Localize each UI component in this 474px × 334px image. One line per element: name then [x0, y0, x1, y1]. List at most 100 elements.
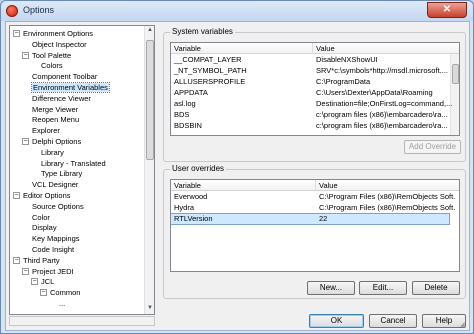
tree-horizontal-scrollbar[interactable] — [9, 316, 155, 326]
table-row[interactable]: ALLUSERSPROFILE C:\ProgramData — [171, 77, 449, 87]
tree-item-label: Code Insight — [32, 245, 75, 254]
dialog-client-area: ▲ ▼ − Environment Options Object Inspector… — [5, 21, 470, 331]
tree-item-label: Environment Options — [23, 29, 94, 38]
tree-item-label: Object Inspector — [32, 39, 87, 49]
column-header-variable[interactable]: Variable — [171, 180, 316, 191]
value-cell: DisableNXShowUI — [316, 55, 378, 64]
tree-expander-icon[interactable]: − — [31, 278, 38, 286]
table-row[interactable]: BDS c:\program files (x86)\embarcadero\ra… — [171, 110, 449, 120]
tree-item[interactable]: Object Inspector — [32, 39, 87, 50]
tree-scroll-thumb[interactable] — [146, 40, 154, 160]
tree-item-label: Environment Variables — [31, 82, 110, 93]
title-bar[interactable]: Options ✕ — [1, 1, 473, 21]
user-overrides-list[interactable]: Variable Value Everwood C:\Program Files … — [170, 179, 460, 272]
tree-expander-icon[interactable]: − — [13, 256, 20, 264]
tree-item[interactable]: Project JEDI — [32, 266, 74, 277]
tree-item[interactable]: Key Mappings — [32, 233, 80, 244]
scroll-up-arrow-icon[interactable]: ▲ — [146, 27, 154, 35]
tree-item[interactable]: Code Insight — [32, 244, 74, 255]
tree-item[interactable]: Library — [41, 147, 64, 158]
tree-item[interactable]: Library - Translated — [41, 158, 106, 169]
edit-button[interactable]: Edit... — [359, 281, 407, 295]
tree-item-label: Key Mappings — [32, 234, 80, 244]
tree-item[interactable]: Editor Options — [23, 190, 71, 201]
table-row[interactable]: Everwood C:\Program Files (x86)\RemObject… — [171, 192, 456, 202]
tree-vertical-scrollbar[interactable]: ▲ ▼ — [144, 26, 154, 314]
tree-item[interactable]: Reopen Menu — [32, 114, 79, 125]
window-title: Options — [23, 5, 55, 15]
tree-expander-icon[interactable]: − — [13, 192, 20, 199]
tree-item[interactable]: Environment Variables — [31, 82, 110, 93]
system-variables-list[interactable]: Variable Value __COMPAT_LAYER DisableNXSh… — [170, 42, 460, 136]
table-row[interactable]: APPDATA C:\Users\Dexter\AppData\Roaming — [171, 88, 449, 98]
tree-expander-icon[interactable]: − — [22, 51, 29, 59]
tree-item[interactable]: Tool Palette — [32, 50, 71, 61]
table-row[interactable]: asl.log Destination=file;OnFirstLog=comma… — [171, 99, 452, 109]
tree-item-label: Type Library — [41, 169, 83, 179]
table-row[interactable]: __COMPAT_LAYER DisableNXShowUI — [171, 55, 449, 65]
tree-item[interactable]: VCL Designer — [32, 179, 78, 190]
tree-item-label: Merge Viewer — [32, 104, 79, 114]
tree-item[interactable]: Type Library — [41, 168, 82, 179]
value-cell: SRV*c:\symbols*http://msdl.microsoft.... — [316, 66, 448, 75]
tree-expander-icon[interactable]: − — [22, 267, 29, 275]
table-row[interactable]: Hydra C:\Program Files (x86)\RemObjects S… — [171, 203, 456, 213]
variable-cell: Everwood — [174, 192, 208, 201]
tree-item-label: Third Party — [23, 255, 60, 265]
tree-item[interactable]: Delphi Options — [32, 136, 81, 147]
tree-item[interactable]: ... — [59, 298, 65, 309]
add-override-button[interactable]: Add Override — [404, 140, 461, 154]
variable-cell: __COMPAT_LAYER — [174, 55, 242, 64]
column-header-variable[interactable]: Variable — [171, 43, 313, 54]
table-row[interactable]: RTLVersion 22 — [171, 213, 450, 225]
value-cell: c:\program files (x86)\embarcadero\ra... — [316, 110, 448, 119]
new-button[interactable]: New... — [307, 281, 355, 295]
user-overrides-header: Variable Value — [171, 180, 459, 191]
tree-item[interactable]: Environment Options — [23, 28, 93, 39]
value-cell: Destination=file;OnFirstLog=command,... — [316, 99, 453, 108]
system-variables-group: System variables Variable Value __COMPAT… — [163, 27, 466, 162]
delete-button[interactable]: Delete — [412, 281, 460, 295]
tree-item[interactable]: Merge Viewer — [32, 104, 78, 115]
tree-expander-icon[interactable]: − — [40, 289, 47, 297]
tree-item-label: Common — [50, 288, 81, 298]
cancel-button[interactable]: Cancel — [369, 314, 417, 328]
tree-item[interactable]: Color — [32, 212, 50, 223]
tree-item[interactable]: Explorer — [32, 125, 60, 136]
tree-item-label: Editor Options — [23, 191, 71, 200]
tree-item-label: Tool Palette — [32, 50, 72, 60]
column-header-value[interactable]: Value — [316, 180, 459, 191]
tree-item-label: ... — [59, 299, 66, 308]
tree-item-label: Project JEDI — [32, 266, 74, 276]
options-window: Options ✕ ▲ ▼ − Environment Options Object… — [0, 0, 474, 334]
tree-expander-icon[interactable]: − — [13, 30, 20, 37]
table-row[interactable]: _NT_SYMBOL_PATH SRV*c:\symbols*http://msd… — [171, 66, 449, 76]
tree-item[interactable]: Component Toolbar — [32, 71, 97, 82]
system-variables-label: System variables — [170, 27, 235, 36]
tree-item[interactable]: Source Options — [32, 201, 84, 212]
scroll-down-arrow-icon[interactable]: ▼ — [146, 305, 154, 313]
tree-item-label: Colors — [41, 61, 63, 71]
tree-item[interactable]: Colors — [41, 60, 63, 71]
tree-item[interactable]: Common — [50, 287, 80, 298]
column-header-value[interactable]: Value — [313, 43, 459, 54]
tree-item-label: JCL — [41, 277, 55, 287]
tree-item[interactable]: Third Party — [23, 255, 60, 266]
value-cell: c:\program files (x86)\embarcadero\ra... — [316, 121, 448, 130]
resize-grip-icon[interactable]: ◢ — [460, 321, 468, 329]
ok-button[interactable]: OK — [309, 314, 364, 328]
tree-expander-icon[interactable]: − — [22, 138, 29, 145]
table-row[interactable]: BDSBIN c:\program files (x86)\embarcadero… — [171, 121, 449, 131]
variable-cell: asl.log — [174, 99, 196, 108]
tree-item-label: Display — [32, 223, 57, 233]
options-tree[interactable]: ▲ ▼ − Environment Options Object Inspector… — [9, 25, 155, 315]
user-overrides-label: User overrides — [170, 164, 227, 173]
tree-item[interactable]: Difference Viewer — [32, 93, 91, 104]
tree-item[interactable]: Display — [32, 222, 57, 233]
tree-item[interactable]: JCL — [41, 276, 54, 287]
variable-cell: APPDATA — [174, 88, 208, 97]
value-cell: 22 — [319, 214, 328, 223]
scroll-thumb[interactable] — [452, 64, 459, 84]
close-button[interactable]: ✕ — [427, 2, 467, 18]
tree-item-label: VCL Designer — [32, 180, 79, 190]
